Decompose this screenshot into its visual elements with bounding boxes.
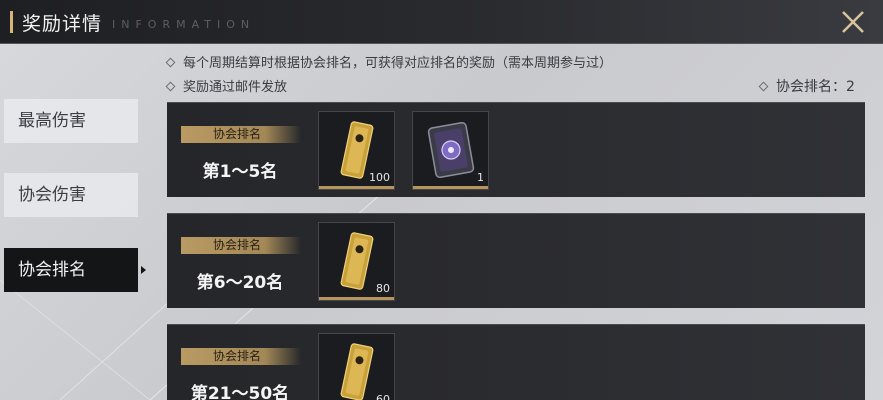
quantity-bar: [319, 186, 394, 189]
current-rank-text: 协会排名：2: [776, 79, 855, 95]
note-settlement: 每个周期结算时根据协会排名，可获得对应排名的奖励（需本周期参与过）: [165, 52, 613, 71]
reward-item-purple-card[interactable]: 1: [412, 111, 489, 190]
current-rank: 协会排名：2: [758, 76, 855, 96]
diamond-bullet-icon: [165, 81, 176, 92]
sidebar-item-max-damage[interactable]: 最高伤害: [4, 99, 138, 143]
diamond-bullet-icon: [165, 57, 176, 68]
item-quantity: 60: [376, 393, 390, 400]
sidebar: 最高伤害 协会伤害 协会排名: [0, 44, 150, 400]
rank-range: 第1～5名: [202, 162, 278, 182]
rank-tag: 协会排名: [181, 126, 301, 143]
reward-item-gold-bar[interactable]: 100: [318, 111, 395, 190]
quantity-bar: [413, 186, 488, 189]
rank-range: 第21～50名: [190, 384, 290, 400]
page-title: 奖励详情: [22, 13, 103, 35]
rank-tag: 协会排名: [181, 348, 301, 365]
note-mail: 奖励通过邮件发放: [165, 76, 288, 95]
rank-range: 第6～20名: [196, 273, 284, 293]
note-settlement-text: 每个周期结算时根据协会排名，可获得对应排名的奖励（需本周期参与过）: [183, 56, 613, 71]
reward-item-gold-bar[interactable]: 60: [318, 333, 395, 400]
reward-item-gold-bar[interactable]: 80: [318, 222, 395, 301]
close-icon[interactable]: [837, 6, 869, 38]
diamond-bullet-icon: [758, 81, 769, 92]
reward-panel: 协会排名 第6～20名 80: [167, 213, 865, 308]
reward-panel: 协会排名 第1～5名 100 1: [167, 102, 865, 197]
item-quantity: 100: [369, 171, 390, 184]
header-bar: 奖励详情 INFORMATION: [0, 0, 883, 44]
page-subtitle: INFORMATION: [112, 18, 256, 31]
item-quantity: 1: [477, 171, 484, 184]
title-accent: [10, 11, 13, 33]
item-quantity: 80: [376, 282, 390, 295]
note-mail-text: 奖励通过邮件发放: [183, 80, 288, 95]
gold-bar-icon: [319, 334, 394, 400]
quantity-bar: [319, 297, 394, 300]
active-indicator: [141, 266, 146, 274]
sidebar-item-guild-ranking[interactable]: 协会排名: [4, 248, 138, 292]
sidebar-item-guild-damage[interactable]: 协会伤害: [4, 173, 138, 217]
reward-panel: 协会排名 第21～50名 60: [167, 324, 865, 400]
rank-tag: 协会排名: [181, 237, 301, 254]
